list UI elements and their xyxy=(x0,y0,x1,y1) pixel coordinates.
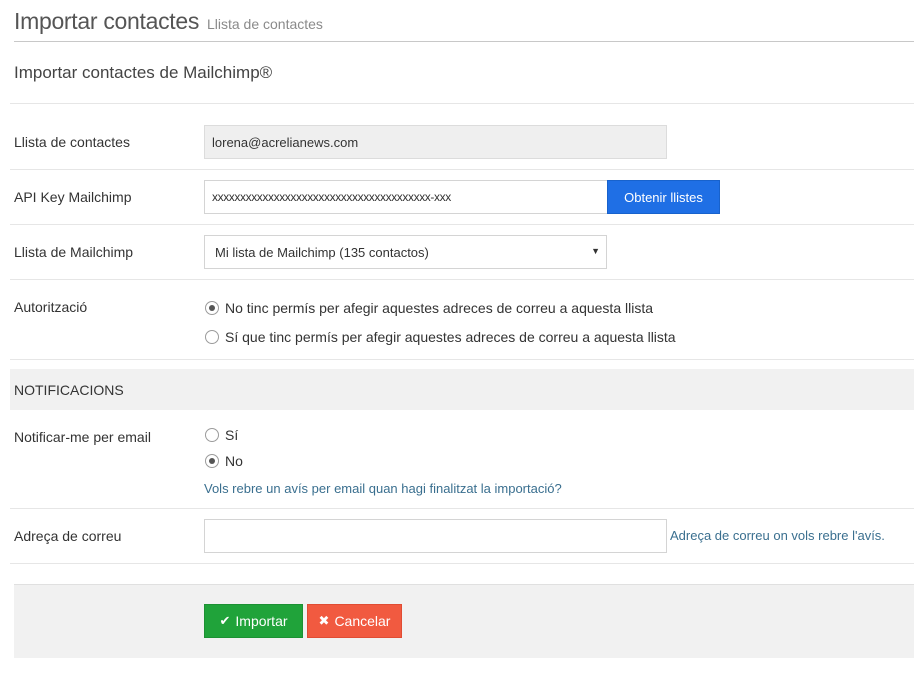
divider xyxy=(10,508,914,509)
email-input[interactable] xyxy=(204,519,667,553)
radio-checked-icon[interactable] xyxy=(205,454,219,468)
mailchimp-list-label: Llista de Mailchimp xyxy=(14,244,134,260)
notify-email-label: Notificar-me per email xyxy=(14,429,151,445)
radio-checked-icon[interactable] xyxy=(205,301,219,315)
import-button[interactable]: ✔ Importar xyxy=(204,604,303,638)
check-icon: ✔ xyxy=(219,613,231,628)
divider xyxy=(10,563,914,564)
authorization-option-label: Sí que tinc permís per afegir aquestes a… xyxy=(225,329,676,345)
authorization-option-label: No tinc permís per afegir aquestes adrec… xyxy=(225,300,654,316)
cancel-button[interactable]: ✖ Cancelar xyxy=(307,604,402,638)
import-button-label: Importar xyxy=(235,613,288,629)
page-subtitle: Llista de contactes xyxy=(206,16,323,32)
email-help-text: Adreça de correu on vols rebre l'avís. xyxy=(670,528,885,543)
api-key-input[interactable]: xxxxxxxxxxxxxxxxxxxxxxxxxxxxxxxxxxxxxxx-… xyxy=(204,180,608,214)
radio-unchecked-icon[interactable] xyxy=(205,330,219,344)
mailchimp-list-select[interactable]: Mi lista de Mailchimp (135 contactos) ▼ xyxy=(204,235,607,269)
divider xyxy=(10,169,914,170)
divider xyxy=(10,224,914,225)
times-icon: ✖ xyxy=(318,613,330,628)
section-title: Importar contactes de Mailchimp® xyxy=(14,63,273,82)
notify-option-label: Sí xyxy=(225,427,239,443)
contact-list-field: lorena@acrelianews.com xyxy=(204,125,667,159)
notifications-heading: NOTIFICACIONS xyxy=(14,382,124,398)
divider xyxy=(10,359,914,360)
authorization-option-yes[interactable]: Sí que tinc permís per afegir aquestes a… xyxy=(205,329,676,345)
notify-option-no[interactable]: No xyxy=(205,453,243,469)
caret-down-icon: ▼ xyxy=(591,246,600,256)
authorization-label: Autorització xyxy=(14,299,88,315)
email-label: Adreça de correu xyxy=(14,528,122,544)
radio-unchecked-icon[interactable] xyxy=(205,428,219,442)
page-title: Importar contactes xyxy=(14,8,200,34)
divider xyxy=(10,279,914,280)
notify-help-text: Vols rebre un avís per email quan hagi f… xyxy=(204,481,562,496)
api-key-label: API Key Mailchimp xyxy=(14,189,132,205)
authorization-option-no[interactable]: No tinc permís per afegir aquestes adrec… xyxy=(205,300,653,316)
contact-list-label: Llista de contactes xyxy=(14,134,130,150)
page-header: Importar contactes Llista de contactes xyxy=(14,8,914,42)
notify-option-yes[interactable]: Sí xyxy=(205,427,238,443)
notify-option-label: No xyxy=(225,453,243,469)
notifications-band: NOTIFICACIONS xyxy=(10,369,914,410)
get-lists-button[interactable]: Obtenir llistes xyxy=(607,180,720,214)
divider xyxy=(10,103,914,104)
import-contacts-page: Importar contactes Llista de contactes I… xyxy=(0,0,914,677)
form-footer xyxy=(14,584,914,658)
mailchimp-list-selected: Mi lista de Mailchimp (135 contactos) xyxy=(215,244,429,260)
cancel-button-label: Cancelar xyxy=(334,613,391,629)
